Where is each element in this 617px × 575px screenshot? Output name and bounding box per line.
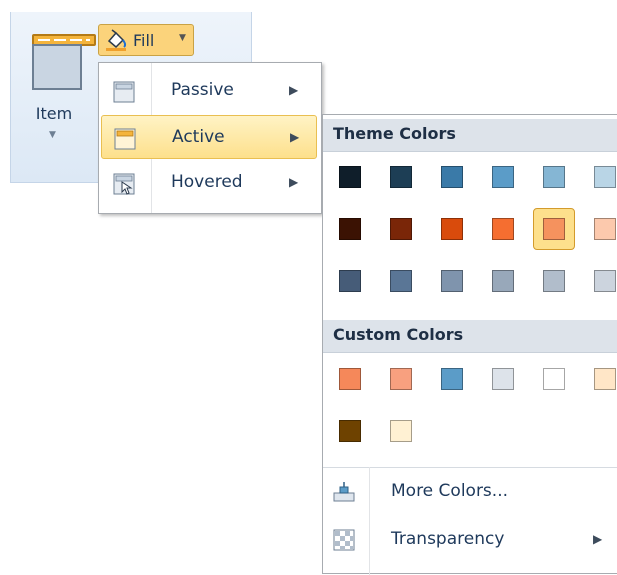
- transparency-icon: [333, 529, 355, 551]
- color-swatch[interactable]: [492, 166, 514, 188]
- chevron-right-icon: ▶: [290, 130, 300, 144]
- more-colors-icon: [333, 482, 355, 502]
- color-swatch[interactable]: [339, 368, 361, 390]
- color-swatch[interactable]: [543, 166, 565, 188]
- menu-item-label: Passive: [171, 80, 234, 100]
- color-swatch[interactable]: [339, 166, 361, 188]
- color-swatch[interactable]: [492, 368, 514, 390]
- fill-button[interactable]: Fill ▼: [98, 24, 194, 56]
- color-swatch[interactable]: [543, 218, 565, 240]
- color-swatch[interactable]: [441, 368, 463, 390]
- theme-colors-header: Theme Colors: [323, 119, 617, 152]
- more-colors-button[interactable]: More Colors...: [323, 471, 617, 513]
- chevron-right-icon: ▶: [593, 532, 603, 546]
- divider: [323, 467, 617, 468]
- transparency-label: Transparency: [391, 529, 505, 549]
- fill-label: Fill: [133, 31, 155, 50]
- color-swatch[interactable]: [543, 270, 565, 292]
- color-swatch[interactable]: [594, 218, 616, 240]
- more-colors-label: More Colors...: [391, 481, 508, 501]
- item-icon-body: [32, 44, 82, 90]
- theme-colors-title: Theme Colors: [333, 124, 456, 143]
- menu-item-label: Active: [172, 127, 225, 147]
- chevron-down-icon[interactable]: ▼: [49, 130, 56, 140]
- color-swatch[interactable]: [594, 270, 616, 292]
- item-button[interactable]: Item ▼: [16, 22, 96, 152]
- color-swatch[interactable]: [441, 270, 463, 292]
- color-swatch[interactable]: [594, 368, 616, 390]
- color-picker-panel: Theme Colors Custom Colors More Colors..…: [322, 114, 617, 575]
- color-swatch[interactable]: [594, 166, 616, 188]
- transparency-button[interactable]: Transparency ▶: [323, 519, 617, 561]
- menu-item-passive[interactable]: Passive ▶: [101, 69, 317, 113]
- color-swatch[interactable]: [390, 218, 412, 240]
- color-swatch[interactable]: [492, 218, 514, 240]
- chevron-down-icon: ▼: [179, 33, 186, 43]
- color-swatch[interactable]: [339, 270, 361, 292]
- color-swatch[interactable]: [390, 270, 412, 292]
- menu-item-hovered[interactable]: Hovered ▶: [101, 161, 317, 205]
- color-swatch[interactable]: [441, 218, 463, 240]
- color-swatch[interactable]: [339, 218, 361, 240]
- paint-bucket-icon: [106, 29, 127, 51]
- color-swatch[interactable]: [339, 420, 361, 442]
- color-swatch[interactable]: [543, 368, 565, 390]
- menu-item-active[interactable]: Active ▶: [101, 115, 317, 159]
- chevron-right-icon: ▶: [289, 175, 299, 189]
- chevron-right-icon: ▶: [289, 83, 299, 97]
- item-label: Item: [35, 104, 73, 123]
- custom-colors-header: Custom Colors: [323, 320, 617, 353]
- color-swatch[interactable]: [441, 166, 463, 188]
- color-swatch[interactable]: [390, 420, 412, 442]
- color-swatch[interactable]: [390, 166, 412, 188]
- custom-colors-title: Custom Colors: [333, 325, 464, 344]
- hovered-fill-icon: [113, 173, 135, 195]
- active-fill-icon: [114, 128, 136, 150]
- fill-submenu: Passive ▶ Active ▶ Hovered ▶: [98, 62, 322, 214]
- menu-item-label: Hovered: [171, 172, 243, 192]
- passive-fill-icon: [113, 81, 135, 103]
- color-swatch[interactable]: [390, 368, 412, 390]
- color-swatch[interactable]: [492, 270, 514, 292]
